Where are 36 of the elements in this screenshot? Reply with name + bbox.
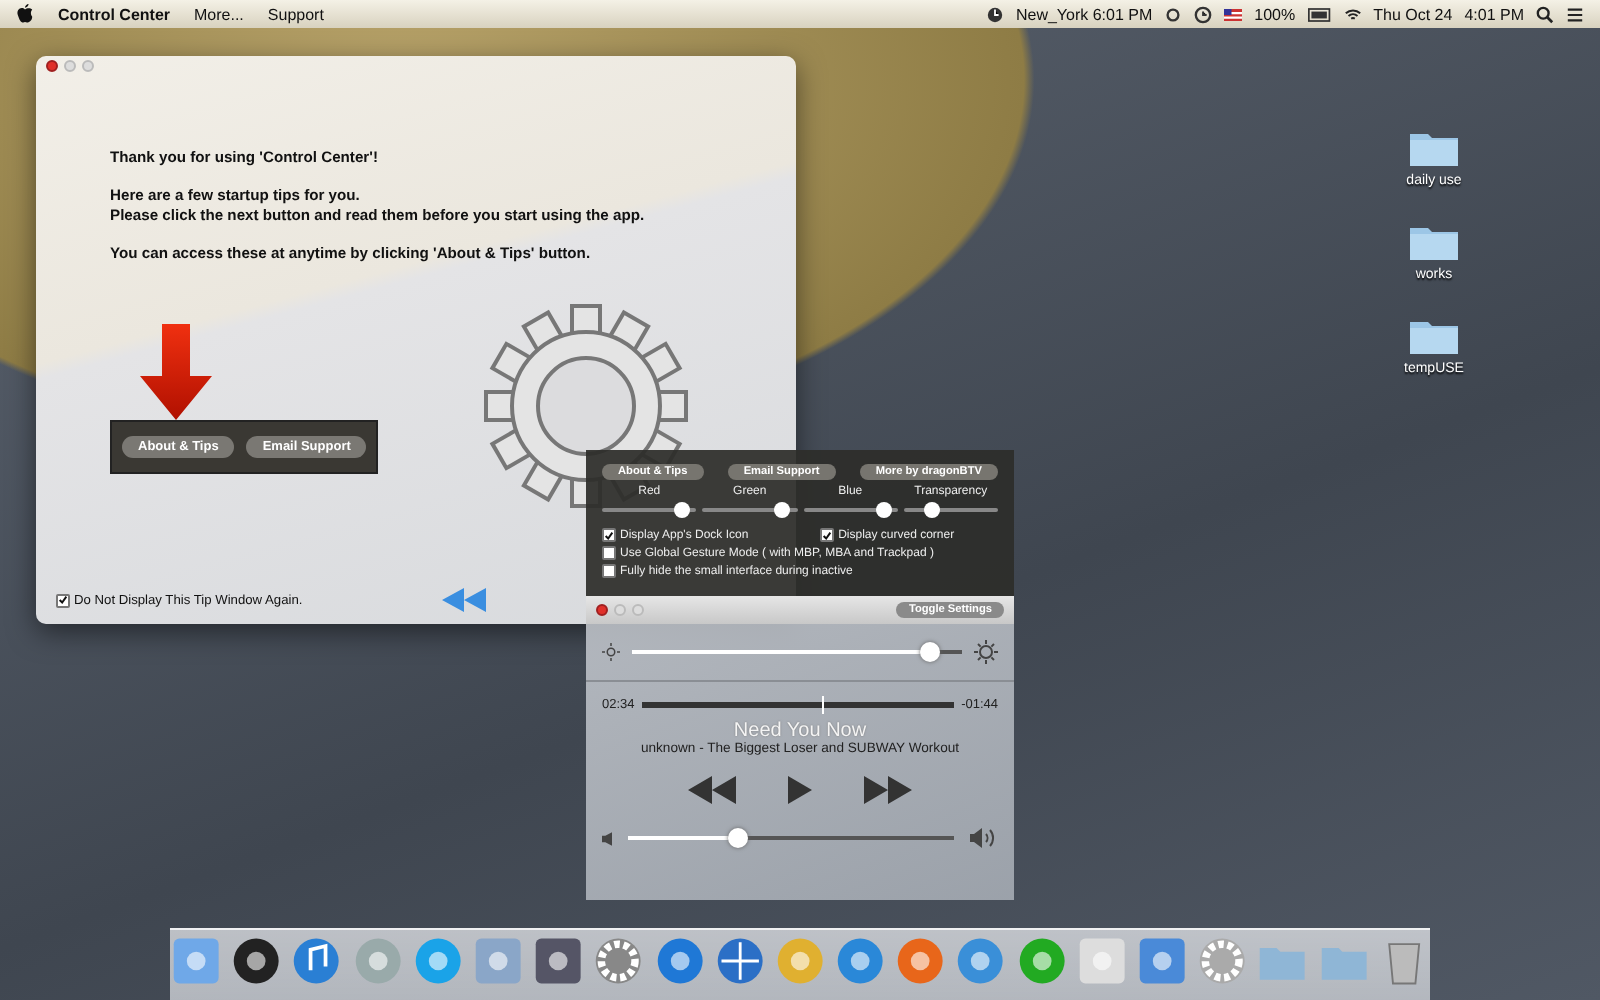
close-button[interactable] xyxy=(46,60,58,72)
brightness-low-icon xyxy=(602,640,620,664)
search-icon[interactable] xyxy=(1536,5,1554,23)
down-arrow-icon xyxy=(140,324,212,420)
wifi-icon[interactable] xyxy=(1343,5,1362,23)
checkbox[interactable] xyxy=(602,564,616,578)
previous-arrows-icon[interactable] xyxy=(442,588,487,612)
menu-time[interactable]: 4:01 PM xyxy=(1464,5,1524,23)
menu-date[interactable]: Thu Oct 24 xyxy=(1373,5,1453,23)
time-machine-icon[interactable] xyxy=(1194,5,1213,23)
menu-app-name[interactable]: Control Center xyxy=(58,5,170,23)
clock-icon[interactable] xyxy=(985,5,1004,23)
menu-item[interactable]: More... xyxy=(194,5,244,23)
volume-high-icon xyxy=(970,828,998,848)
battery-icon[interactable] xyxy=(1307,5,1332,23)
checkbox[interactable] xyxy=(602,546,616,560)
folder-icon[interactable] xyxy=(1408,222,1460,262)
play-icon[interactable] xyxy=(788,776,812,804)
flag-icon[interactable] xyxy=(1224,5,1243,23)
rewind-icon[interactable] xyxy=(688,776,736,804)
track-title: Need You Now xyxy=(731,720,869,742)
brightness-high-icon xyxy=(974,640,998,664)
checkbox[interactable] xyxy=(820,528,835,542)
volume-low-icon xyxy=(602,831,612,845)
gear-icon[interactable] xyxy=(592,934,646,988)
apple-logo-icon[interactable] xyxy=(16,4,34,24)
checkbox[interactable] xyxy=(56,593,70,607)
world-clock-text[interactable]: New_York 6:01 PM xyxy=(1015,5,1153,23)
checkbox[interactable] xyxy=(602,528,616,542)
folder-icon[interactable] xyxy=(1408,128,1460,168)
folder-icon[interactable] xyxy=(1408,316,1460,356)
menu-item[interactable]: Support xyxy=(267,5,324,23)
close-button[interactable] xyxy=(596,604,608,616)
list-icon[interactable] xyxy=(1566,5,1584,23)
fast-forward-icon[interactable] xyxy=(864,776,912,804)
battery-percent: 100% xyxy=(1254,5,1296,23)
